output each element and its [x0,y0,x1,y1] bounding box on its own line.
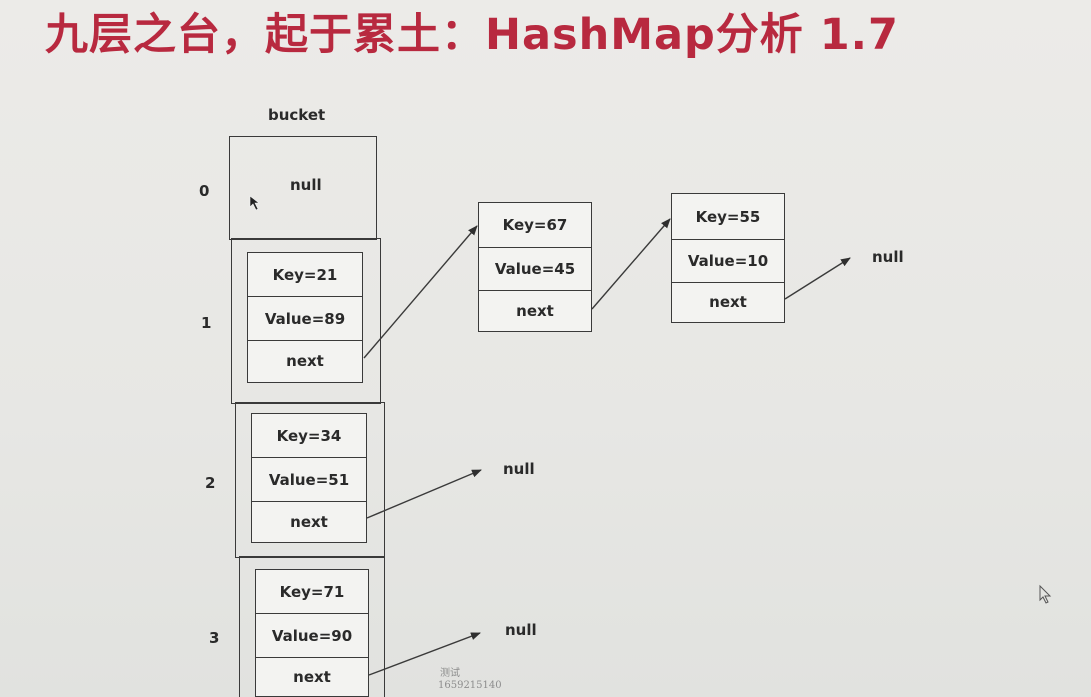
arrow-34-to-null [366,469,482,519]
cursor-arrow-icon [249,195,260,211]
cursor-outline-icon [1039,584,1052,604]
arrow-71-to-null [368,632,481,676]
watermark-line2: 1659215140 [438,680,502,691]
arrow-67-to-55 [591,218,671,310]
watermark-line1: 测试 [440,668,460,679]
pointer-arrows [249,195,1052,676]
slide: 九层之台，起于累土：HashMap分析 1.7 bucket null 0 1 … [0,0,1091,697]
arrow-55-to-null [784,257,851,300]
arrow-21-to-67 [363,225,478,359]
